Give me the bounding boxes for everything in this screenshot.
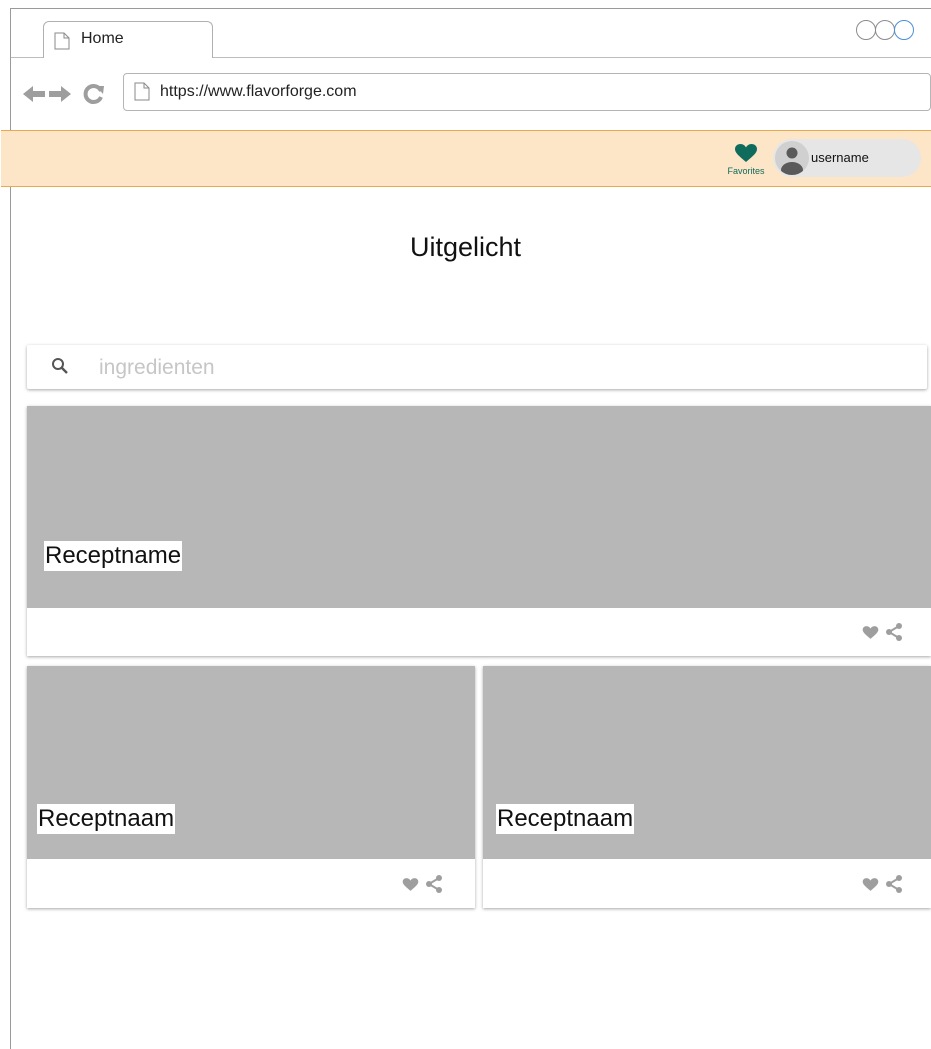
share-icon[interactable] — [885, 874, 903, 894]
maximize-button[interactable] — [875, 20, 895, 40]
share-icon[interactable] — [425, 874, 443, 894]
window-controls — [856, 20, 914, 42]
search-bar — [27, 345, 927, 389]
page-title: Uitgelicht — [409, 232, 522, 262]
tab-home[interactable]: Home — [43, 21, 213, 58]
heart-icon[interactable] — [862, 625, 879, 640]
reload-icon[interactable] — [83, 83, 105, 110]
tab-label: Home — [81, 30, 124, 47]
heart-icon — [735, 144, 757, 162]
card-actions — [396, 874, 443, 894]
heart-icon[interactable] — [862, 877, 879, 892]
url-bar[interactable]: https://www.flavorforge.com — [123, 73, 931, 111]
user-icon — [781, 147, 803, 175]
recipe-card[interactable]: Receptnaam — [483, 666, 931, 908]
card-actions — [856, 874, 903, 894]
recipe-card[interactable]: Receptnaam — [27, 666, 475, 908]
page-icon — [54, 32, 70, 55]
recipe-name[interactable]: Receptnaam — [496, 804, 635, 834]
favorites-label: Favorites — [727, 166, 765, 176]
minimize-button[interactable] — [856, 20, 876, 40]
share-icon[interactable] — [885, 622, 903, 642]
url-text: https://www.flavorforge.com — [160, 83, 357, 100]
card-actions — [856, 622, 903, 642]
username-label: username — [811, 150, 869, 165]
tab-bar: Home — [11, 9, 931, 58]
close-button[interactable] — [894, 20, 914, 40]
favorites-link[interactable]: Favorites — [723, 143, 769, 176]
search-input[interactable] — [97, 352, 901, 384]
heart-icon[interactable] — [402, 877, 419, 892]
site-header: Favorites username — [1, 130, 931, 187]
recipe-name[interactable]: Receptname — [44, 541, 183, 571]
forward-arrow-icon[interactable] — [49, 85, 71, 108]
user-menu[interactable]: username — [773, 139, 921, 177]
featured-recipe-card[interactable]: Receptname — [27, 406, 931, 656]
search-icon[interactable] — [51, 357, 69, 380]
avatar — [775, 141, 809, 175]
recipe-image[interactable] — [27, 406, 931, 608]
back-arrow-icon[interactable] — [23, 85, 45, 108]
address-bar-row: https://www.flavorforge.com — [11, 57, 931, 136]
recipe-name[interactable]: Receptnaam — [37, 804, 176, 834]
page-icon — [134, 82, 150, 106]
